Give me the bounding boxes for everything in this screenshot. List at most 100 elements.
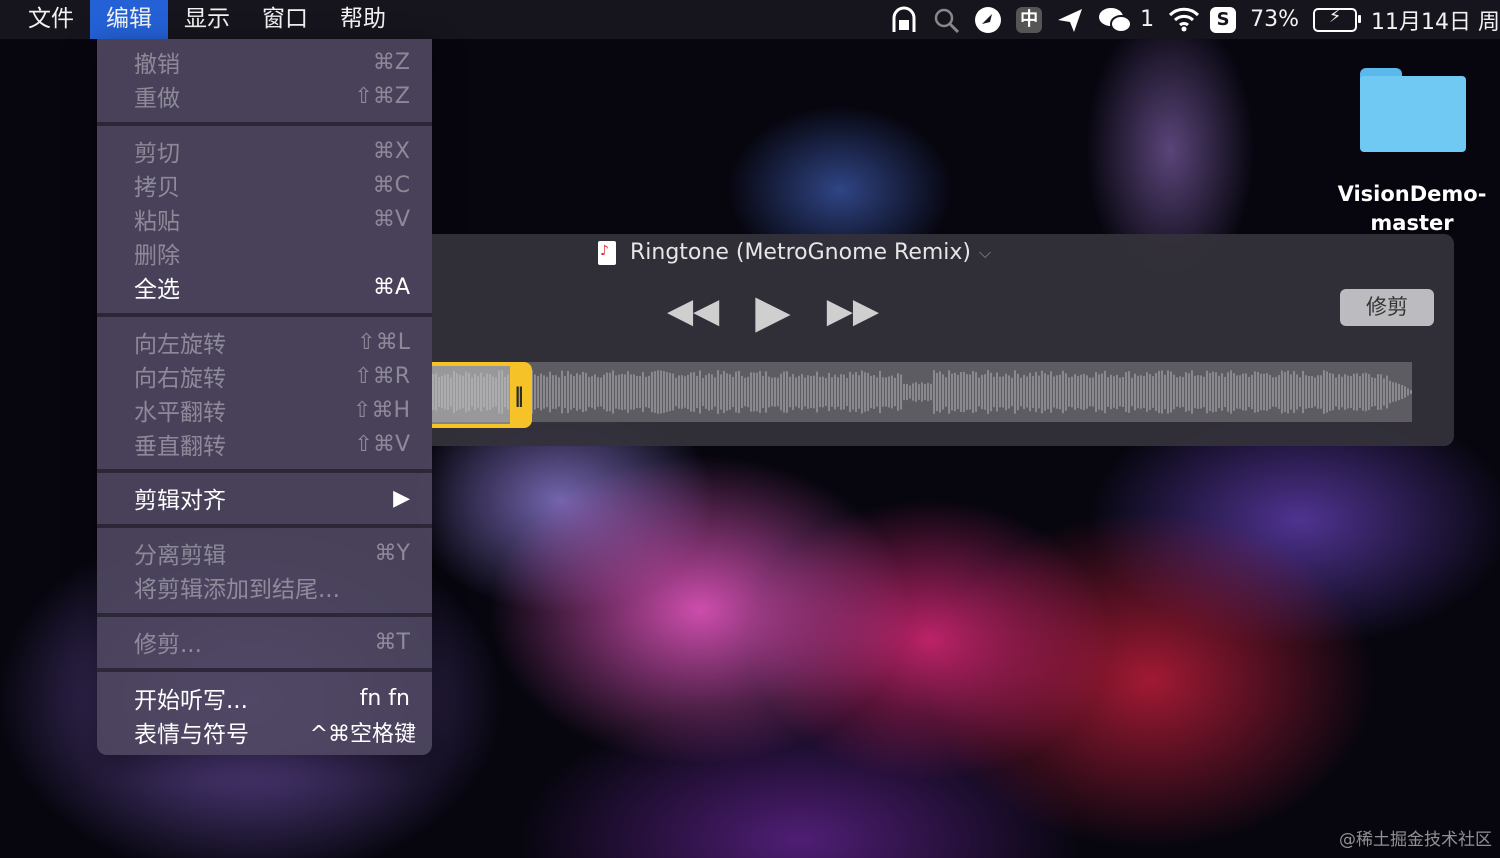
folder-label[interactable]: VisionDemo- master: [1332, 180, 1492, 238]
waveform-bar: [1068, 377, 1070, 407]
player-title[interactable]: Ringtone (MetroGnome Remix) ⌵: [598, 240, 991, 265]
waveform-bar: [996, 372, 998, 412]
menu-view[interactable]: 显示: [168, 0, 246, 39]
waveform-bar: [1242, 373, 1244, 411]
waveform-bar: [927, 382, 929, 402]
waveform-bar: [1074, 374, 1076, 410]
waveform-bar: [1266, 373, 1268, 411]
menu-file[interactable]: 文件: [0, 0, 90, 39]
menu-item-flip-vertical[interactable]: 垂直翻转 ⇧⌘V: [97, 427, 432, 461]
play-button[interactable]: ▶: [755, 284, 790, 338]
waveform-bar: [1332, 373, 1334, 411]
rewind-button[interactable]: ◀◀: [667, 291, 719, 331]
folder-icon[interactable]: [1360, 68, 1466, 152]
menu-item-select-all[interactable]: 全选 ⌘A: [97, 270, 432, 304]
waveform-bar: [594, 374, 596, 410]
waveform-bar: [660, 370, 662, 414]
waveform-bar: [942, 374, 944, 410]
menu-item-copy[interactable]: 拷贝 ⌘C: [97, 168, 432, 202]
menu-item-rotate-left[interactable]: 向左旋转 ⇧⌘L: [97, 325, 432, 359]
waveform-bar: [699, 370, 701, 414]
battery-charging-icon[interactable]: ⚡: [1313, 6, 1362, 32]
menu-help[interactable]: 帮助: [324, 0, 402, 39]
waveform-bar: [684, 376, 686, 408]
waveform-bar: [1167, 370, 1169, 414]
waveform-bar: [1203, 376, 1205, 408]
waveform-bar: [1386, 375, 1388, 409]
wifi-icon[interactable]: [1168, 6, 1200, 34]
waveform-bar: [1062, 370, 1064, 414]
waveform-bar: [810, 376, 812, 408]
search-person-icon[interactable]: [932, 6, 960, 34]
wechat-icon[interactable]: [1098, 6, 1133, 34]
bird-icon[interactable]: [974, 6, 1002, 34]
shield-lock-icon[interactable]: [890, 6, 918, 34]
wechat-count: 1: [1140, 7, 1155, 32]
waveform-bar: [1179, 376, 1181, 408]
waveform-bar: [570, 374, 572, 410]
waveform-bar: [1050, 371, 1052, 413]
s-app-icon[interactable]: S: [1210, 6, 1237, 33]
menu-item-trim[interactable]: 修剪... ⌘T: [97, 625, 432, 659]
waveform-bar: [642, 372, 644, 412]
input-method-icon[interactable]: 中: [1016, 6, 1043, 33]
folder-body: [1360, 76, 1466, 152]
waveform-bar: [792, 374, 794, 410]
trim-handle-selection[interactable]: ‖: [432, 362, 532, 428]
waveform-bar: [717, 370, 719, 414]
menu-item-split-clip[interactable]: 分离剪辑 ⌘Y: [97, 536, 432, 570]
menu-item-clip-snapping[interactable]: 剪辑对齐 ▶: [97, 481, 432, 515]
waveform-bar: [1107, 377, 1109, 407]
menu-item-cut[interactable]: 剪切 ⌘X: [97, 134, 432, 168]
menu-item-emoji-symbols[interactable]: 表情与符号 ^⌘空格键: [97, 715, 432, 749]
waveform-bar: [1254, 371, 1256, 413]
fast-forward-button[interactable]: ▶▶: [827, 291, 879, 331]
trim-button[interactable]: 修剪: [1340, 289, 1434, 326]
menu-item-paste[interactable]: 粘贴 ⌘V: [97, 202, 432, 236]
waveform-bar: [600, 377, 602, 407]
waveform-bar: [822, 376, 824, 408]
menubar-date[interactable]: 11月14日 周: [1371, 4, 1500, 36]
waveform-bar: [903, 383, 905, 401]
waveform-bar: [909, 385, 911, 399]
waveform-bar: [1173, 374, 1175, 410]
waveform-bar: [1245, 373, 1247, 411]
audio-file-icon: [598, 240, 616, 265]
waveform-bar: [630, 374, 632, 410]
menu-item-redo[interactable]: 重做 ⇧⌘Z: [97, 79, 432, 113]
waveform-bar: [846, 377, 848, 407]
menu-window[interactable]: 窗口: [246, 0, 324, 39]
waveform-track[interactable]: [432, 362, 1412, 422]
waveform-bar: [579, 374, 581, 410]
send-icon[interactable]: [1056, 6, 1084, 34]
menu-edit[interactable]: 编辑: [90, 0, 168, 39]
waveform-bar: [723, 371, 725, 413]
waveform-bar: [972, 370, 974, 414]
waveform-bar: [885, 377, 887, 407]
waveform-bar: [540, 373, 542, 411]
waveform-bar: [1182, 376, 1184, 408]
waveform-bar: [1149, 374, 1151, 410]
menu-item-start-dictation[interactable]: 开始听写... fn fn: [97, 681, 432, 715]
waveform-bar: [696, 375, 698, 409]
waveform-bar: [759, 371, 761, 413]
waveform-bar: [711, 374, 713, 410]
menu-item-rotate-right[interactable]: 向右旋转 ⇧⌘R: [97, 359, 432, 393]
waveform-bar: [819, 376, 821, 408]
menu-item-add-clip-to-end[interactable]: 将剪辑添加到结尾...: [97, 570, 432, 604]
menu-item-delete[interactable]: 删除: [97, 236, 432, 270]
waveform-bar: [1272, 377, 1274, 407]
waveform-bar: [732, 376, 734, 408]
waveform-bar: [1320, 375, 1322, 409]
menu-item-undo[interactable]: 撤销 ⌘Z: [97, 45, 432, 79]
waveform-bar: [858, 375, 860, 409]
waveform-bar: [864, 372, 866, 412]
waveform-bar: [834, 374, 836, 410]
trim-handle-grip[interactable]: ‖: [510, 366, 528, 424]
waveform-bar: [777, 377, 779, 407]
waveform-bar: [1095, 372, 1097, 412]
waveform-bar: [690, 372, 692, 412]
menu-item-flip-horizontal[interactable]: 水平翻转 ⇧⌘H: [97, 393, 432, 427]
chevron-down-icon[interactable]: ⌵: [979, 243, 991, 263]
waveform-bar: [1098, 374, 1100, 410]
